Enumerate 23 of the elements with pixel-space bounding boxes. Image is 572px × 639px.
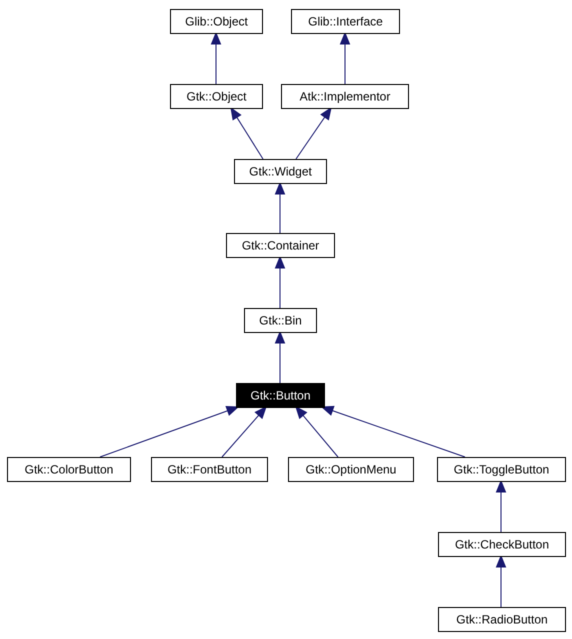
inheritance-arrow (496, 480, 506, 532)
inheritance-arrow (230, 106, 264, 160)
inheritance-arrow (296, 106, 332, 160)
class-node[interactable]: Gtk::RadioButton (438, 607, 566, 632)
class-node[interactable]: Gtk::Object (170, 84, 263, 109)
class-node[interactable]: Glib::Object (170, 9, 263, 34)
class-node[interactable]: Gtk::Button (236, 383, 325, 408)
class-node[interactable]: Gtk::Container (226, 233, 335, 258)
class-node[interactable]: Gtk::Bin (244, 308, 317, 333)
inheritance-arrow (340, 32, 350, 84)
class-node[interactable]: Gtk::ToggleButton (437, 457, 566, 482)
inheritance-arrow (496, 554, 506, 608)
class-node[interactable]: Gtk::Widget (234, 159, 327, 184)
inheritance-arrow (274, 182, 286, 234)
inheritance-arrow (210, 32, 222, 84)
inheritance-arrow (274, 256, 286, 308)
inheritance-arrow (274, 330, 286, 384)
class-node[interactable]: Gtk::ColorButton (7, 457, 131, 482)
class-node[interactable]: Glib::Interface (291, 9, 400, 34)
class-node[interactable]: Gtk::FontButton (151, 457, 268, 482)
class-node[interactable]: Gtk::CheckButton (438, 532, 566, 557)
class-node[interactable]: Gtk::OptionMenu (288, 457, 414, 482)
class-node[interactable]: Atk::Implementor (281, 84, 409, 109)
